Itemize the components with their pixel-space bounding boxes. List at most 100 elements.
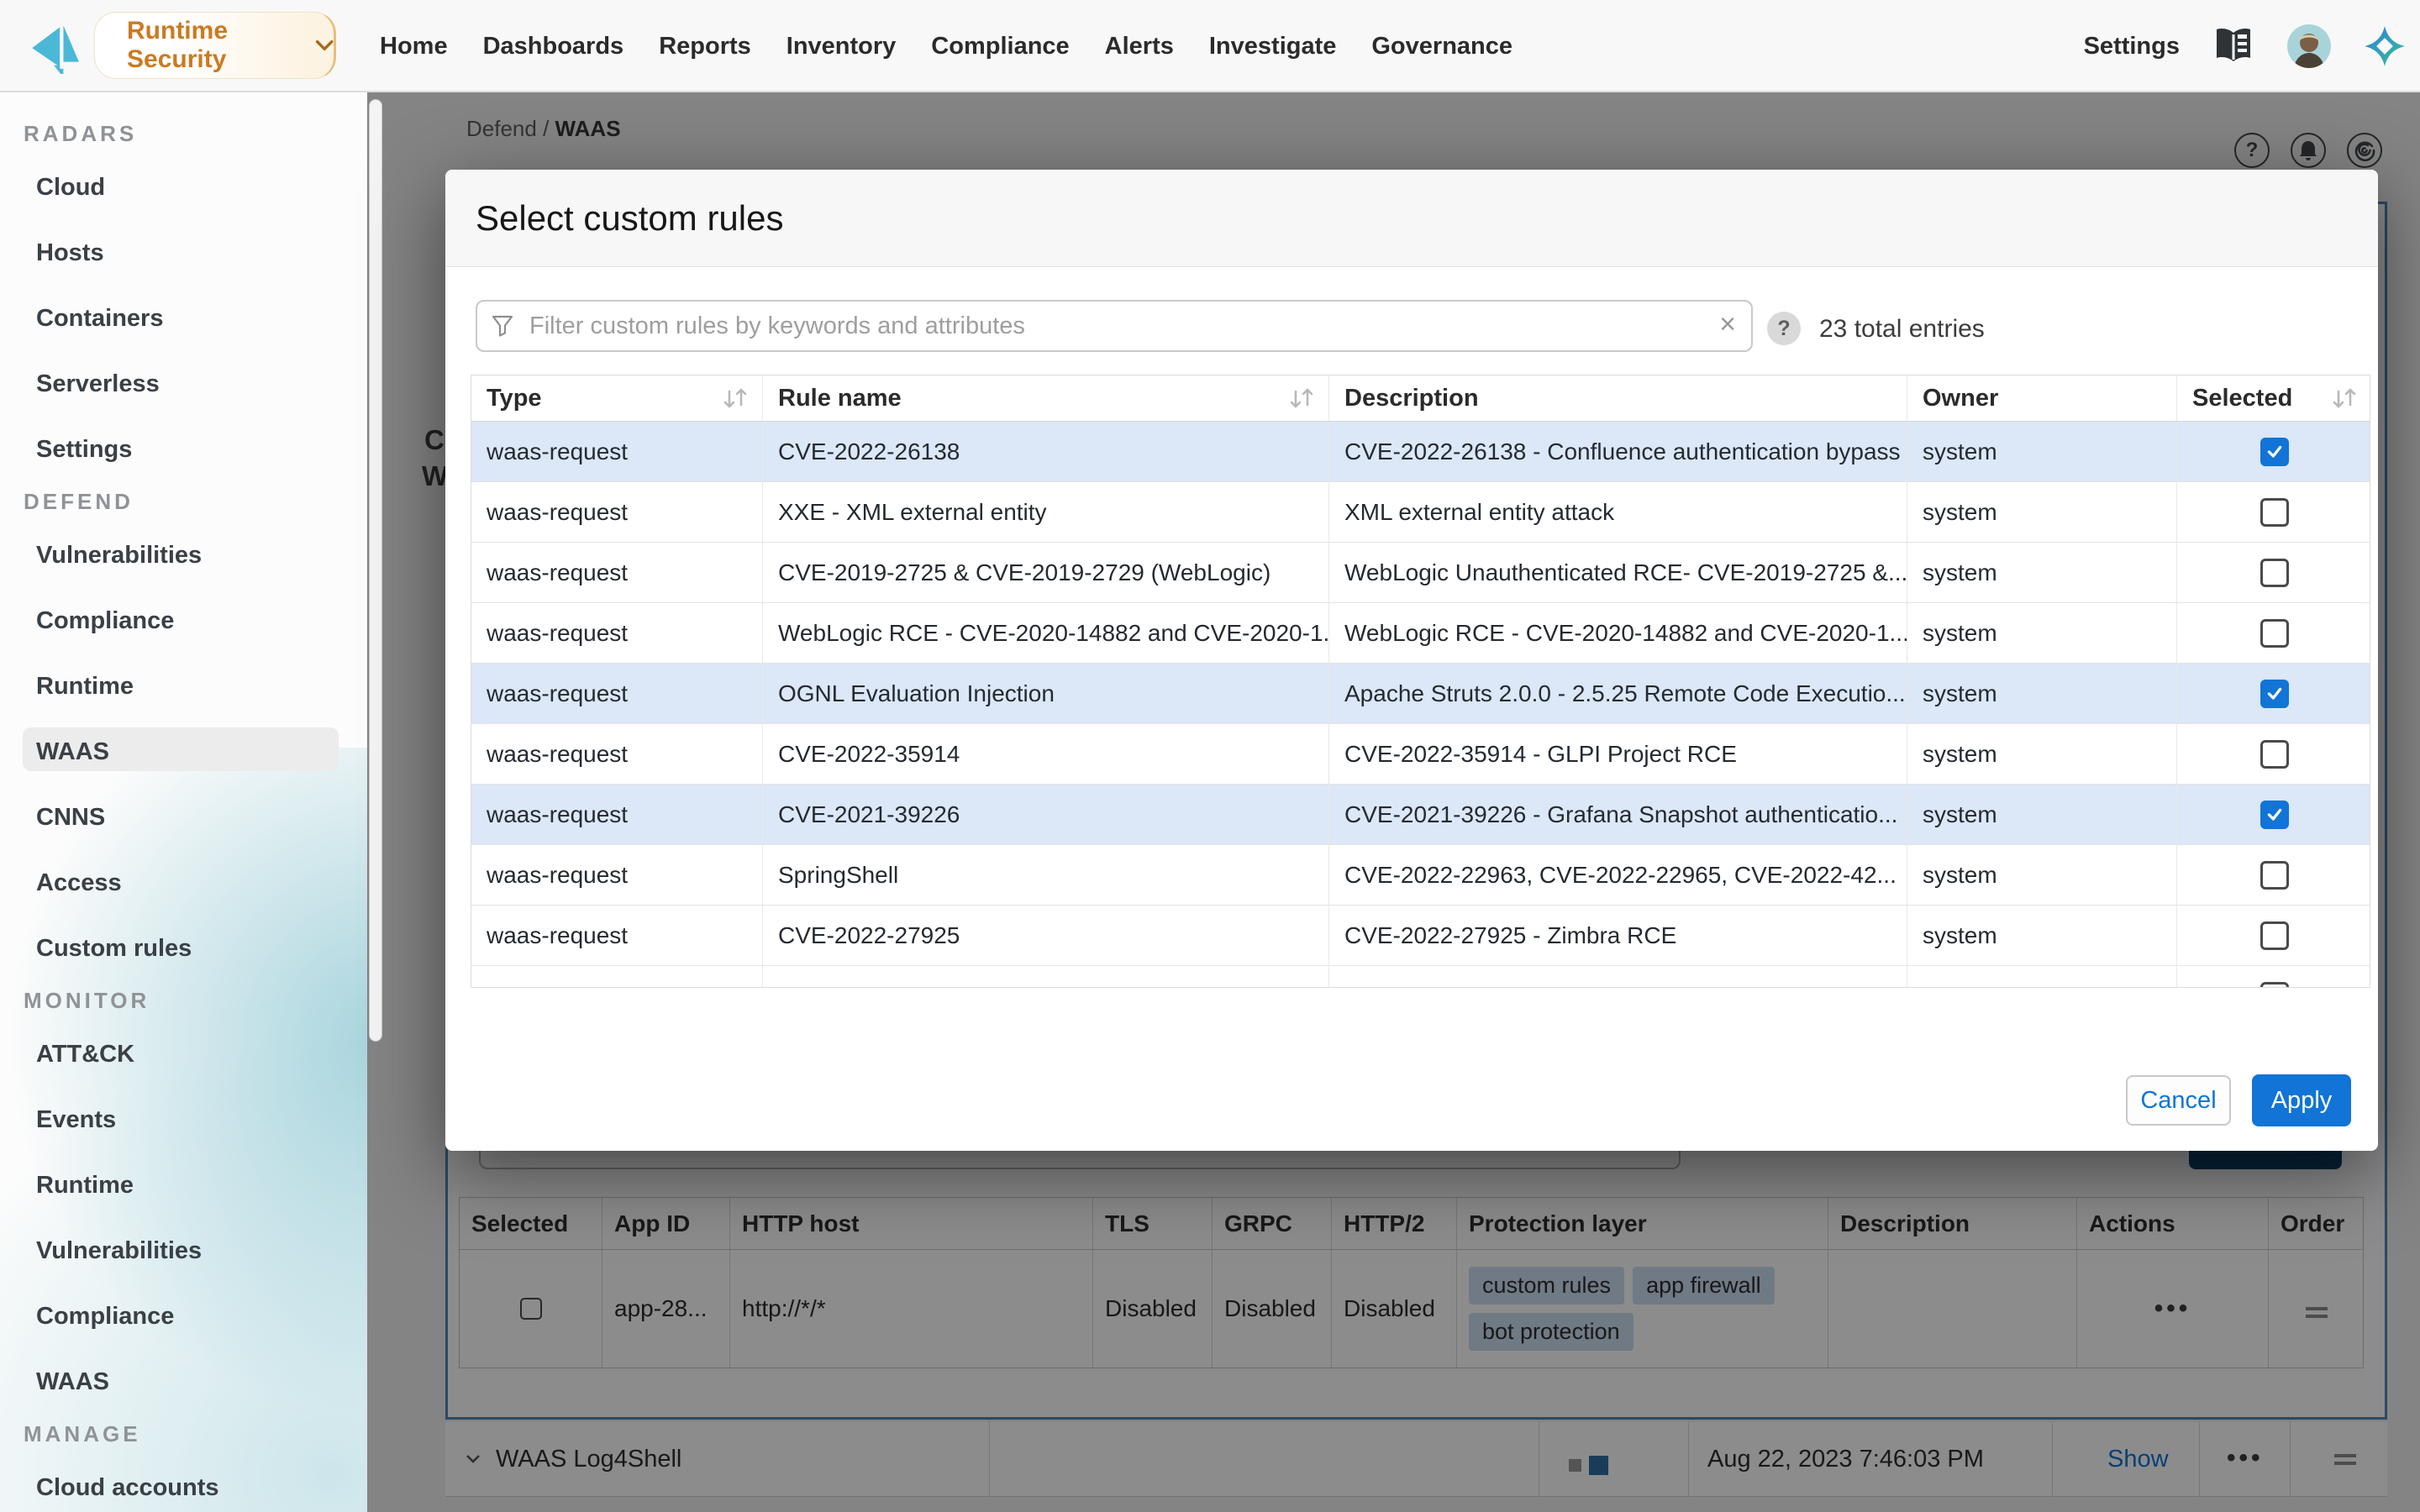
table-row[interactable]: waas-requestOGNL Evaluation InjectionApa… [471, 664, 2370, 724]
sidebar-scrollbar[interactable] [369, 99, 382, 1042]
sidebar-item-cnns[interactable]: CNNS [36, 804, 105, 832]
sidebar-item-waas[interactable]: WAAS [36, 1368, 109, 1396]
cell-selected [2177, 603, 2370, 663]
sort-icon[interactable] [718, 386, 750, 410]
cell-description: CVE-2021-39226 - Grafana Snapshot authen… [1329, 785, 1907, 844]
table-row[interactable]: waas-requestCVE-2021-39226CVE-2021-39226… [471, 785, 2370, 845]
cell-owner: system [1907, 724, 2177, 784]
filter-field-wrap: × [476, 300, 1753, 352]
row-checkbox[interactable] [2260, 619, 2289, 648]
cell-text: CVE-2022-27925 [778, 922, 960, 949]
nav-item-governance[interactable]: Governance [1371, 33, 1512, 60]
sidebar-item-cloud[interactable]: Cloud [36, 174, 105, 202]
sidebar-item-access[interactable]: Access [36, 869, 122, 897]
sidebar-item-cloud-accounts[interactable]: Cloud accounts [36, 1474, 219, 1502]
product-switcher[interactable]: Runtime Security [94, 12, 336, 79]
row-checkbox[interactable] [2260, 982, 2289, 989]
column-header-description[interactable]: Description [1329, 375, 1907, 421]
cell-text: CVE-2021-39226 - Grafana Snapshot authen… [1344, 801, 1897, 828]
cell-text: CVE-2022-35914 - GLPI Project RCE [1344, 741, 1737, 768]
row-checkbox[interactable] [2260, 680, 2289, 708]
sort-icon[interactable] [2328, 386, 2360, 410]
nav-item-dashboards[interactable]: Dashboards [483, 33, 624, 60]
sidebar-item-compliance[interactable]: Compliance [36, 1303, 174, 1331]
ai-copilot-icon[interactable] [2363, 24, 2407, 68]
cell-type: waas-request [471, 603, 763, 663]
custom-rules-table: TypeRule nameDescriptionOwnerSelected wa… [471, 375, 2370, 988]
sidebar-item-containers[interactable]: Containers [36, 305, 163, 333]
sidebar-item-compliance[interactable]: Compliance [36, 607, 174, 635]
sidebar-item-runtime[interactable]: Runtime [36, 673, 134, 701]
filter-help-icon[interactable]: ? [1767, 312, 1801, 345]
cell-description: Apache Struts 2.0.0 - 2.5.25 Remote Code… [1329, 664, 1907, 723]
table-row[interactable]: waas-request WebLogic RCE - CVE-2020-1488… [471, 603, 2370, 664]
nav-item-inventory[interactable]: Inventory [786, 33, 897, 60]
column-header-type[interactable]: Type [471, 375, 763, 421]
cell-selected [2177, 543, 2370, 602]
sidebar-item-hosts[interactable]: Hosts [36, 239, 104, 267]
nav-item-home[interactable]: Home [380, 33, 448, 60]
table-row[interactable] [471, 966, 2370, 988]
cell-owner: system [1907, 906, 2177, 965]
cell-selected [2177, 845, 2370, 905]
user-avatar[interactable] [2287, 24, 2331, 68]
clear-filter-icon[interactable]: × [1719, 308, 1736, 341]
column-header-selected[interactable]: Selected [2177, 375, 2370, 421]
sidebar-item-waas[interactable]: WAAS [36, 738, 109, 766]
cell-text: waas-request [487, 620, 628, 647]
chevron-down-icon [315, 39, 334, 52]
cell-text: WebLogic RCE - CVE-2020-14882 and CVE-20… [1344, 620, 1907, 647]
cell-selected [2177, 664, 2370, 723]
docs-book-icon[interactable] [2212, 24, 2255, 68]
cell-type: waas-request [471, 906, 763, 965]
sort-icon[interactable] [1285, 386, 1317, 410]
cell-text: system [1923, 922, 1997, 949]
table-row[interactable]: waas-requestCVE-2022-35914CVE-2022-35914… [471, 724, 2370, 785]
row-checkbox[interactable] [2260, 498, 2289, 527]
table-row[interactable]: waas-requestSpringShellCVE-2022-22963, C… [471, 845, 2370, 906]
table-row[interactable]: waas-requestCVE-2019-2725 & CVE-2019-272… [471, 543, 2370, 603]
sidebar-item-att-ck[interactable]: ATT&CK [36, 1041, 134, 1068]
cell-type [471, 966, 763, 988]
cell-description: XML external entity attack [1329, 482, 1907, 542]
cell-description: WebLogic Unauthenticated RCE- CVE-2019-2… [1329, 543, 1907, 602]
cell-text: waas-request [487, 499, 628, 526]
cell-text: system [1923, 680, 1997, 707]
custom-rules-table-header: TypeRule nameDescriptionOwnerSelected [471, 375, 2370, 422]
column-header-rule-name[interactable]: Rule name [763, 375, 1329, 421]
row-checkbox[interactable] [2260, 559, 2289, 587]
sidebar-item-vulnerabilities[interactable]: Vulnerabilities [36, 542, 202, 570]
row-checkbox[interactable] [2260, 861, 2289, 890]
table-row[interactable]: waas-requestCVE-2022-26138CVE-2022-26138… [471, 422, 2370, 482]
filter-input[interactable] [476, 300, 1753, 352]
cancel-button[interactable]: Cancel [2126, 1075, 2231, 1126]
row-checkbox[interactable] [2260, 740, 2289, 769]
sidebar-item-runtime[interactable]: Runtime [36, 1172, 134, 1200]
row-checkbox[interactable] [2260, 438, 2289, 466]
cell-text: WebLogic Unauthenticated RCE- CVE-2019-2… [1344, 559, 1907, 586]
row-checkbox[interactable] [2260, 801, 2289, 829]
nav-item-settings[interactable]: Settings [2084, 33, 2180, 60]
sidebar-item-vulnerabilities[interactable]: Vulnerabilities [36, 1237, 202, 1265]
column-header-owner[interactable]: Owner [1907, 375, 2177, 421]
table-row[interactable]: waas-requestXXE - XML external entityXML… [471, 482, 2370, 543]
row-checkbox[interactable] [2260, 921, 2289, 950]
sidebar-item-settings[interactable]: Settings [36, 436, 132, 464]
cell-description: CVE-2022-22963, CVE-2022-22965, CVE-2022… [1329, 845, 1907, 905]
sidebar-item-events[interactable]: Events [36, 1106, 116, 1134]
sidebar-item-custom-rules[interactable]: Custom rules [36, 935, 192, 963]
cell-description [1329, 966, 1907, 988]
nav-item-compliance[interactable]: Compliance [931, 33, 1069, 60]
checkmark-icon [2265, 806, 2284, 824]
cell-text: system [1923, 620, 1997, 647]
nav-item-reports[interactable]: Reports [659, 33, 751, 60]
nav-item-alerts[interactable]: Alerts [1105, 33, 1174, 60]
table-row[interactable]: waas-requestCVE-2022-27925CVE-2022-27925… [471, 906, 2370, 966]
sidebar-item-serverless[interactable]: Serverless [36, 370, 160, 398]
nav-right-cluster: Settings [2084, 0, 2407, 92]
nav-item-investigate[interactable]: Investigate [1209, 33, 1337, 60]
cell-text: system [1923, 862, 1997, 889]
cell-name: SpringShell [763, 845, 1329, 905]
apply-button[interactable]: Apply [2252, 1074, 2351, 1126]
cell-type: waas-request [471, 422, 763, 481]
